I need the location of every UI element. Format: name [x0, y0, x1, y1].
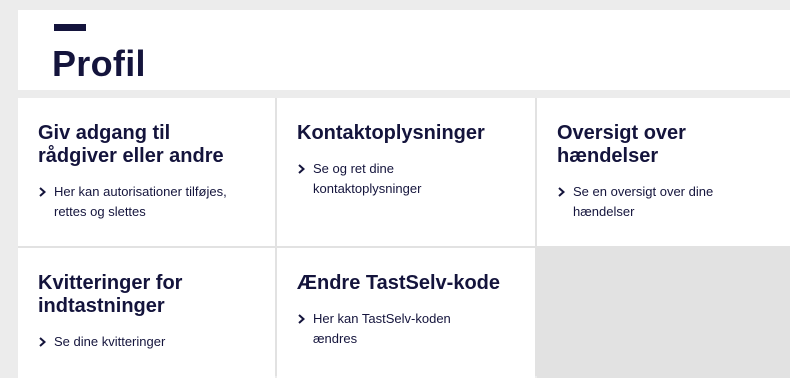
chevron-right-icon [38, 332, 54, 352]
empty-grid-cell [537, 248, 790, 378]
card-link[interactable]: Se dine kvitteringer [38, 332, 255, 352]
chevron-right-icon [557, 182, 573, 202]
card-link-text: Her kan autorisationer tilføjes, rettes … [54, 184, 227, 219]
card-access-authorization[interactable]: Giv adgang til rådgiver eller andre Her … [18, 98, 275, 246]
card-receipts[interactable]: Kvitteringer for indtastninger Se dine k… [18, 248, 275, 378]
card-link-text: Se en oversigt over dine hændelser [573, 184, 714, 219]
chevron-right-icon [297, 309, 313, 329]
card-title: Giv adgang til rådgiver eller andre [38, 122, 224, 167]
card-link-text: Se og ret dine kontaktoplysninger [313, 161, 422, 196]
card-link[interactable]: Her kan TastSelv-koden ændres [297, 309, 515, 349]
card-link[interactable]: Her kan autorisationer tilføjes, rettes … [38, 182, 255, 222]
card-change-tastselv-code[interactable]: Ændre TastSelv-kode Her kan TastSelv-kod… [277, 248, 535, 378]
card-link[interactable]: Se og ret dine kontaktoplysninger [297, 159, 515, 199]
chevron-right-icon [297, 159, 313, 179]
chevron-right-icon [38, 182, 54, 202]
profile-cards-grid: Giv adgang til rådgiver eller andre Her … [18, 98, 790, 378]
card-title: Oversigt over hændelser [557, 122, 686, 167]
card-link-text: Se dine kvitteringer [54, 334, 166, 349]
card-title: Kontaktoplysninger [297, 122, 485, 144]
card-title: Kvitteringer for indtastninger [38, 272, 183, 317]
card-contact-info[interactable]: Kontaktoplysninger Se og ret dine kontak… [277, 98, 535, 246]
card-link-text: Her kan TastSelv-koden ændres [313, 311, 451, 346]
title-accent-bar [54, 24, 86, 31]
card-link[interactable]: Se en oversigt over dine hændelser [557, 182, 774, 222]
card-event-overview[interactable]: Oversigt over hændelser Se en oversigt o… [537, 98, 790, 246]
card-title: Ændre TastSelv-kode [297, 272, 501, 294]
page-title: Profil [52, 43, 146, 84]
page-header: Profil [18, 10, 790, 90]
